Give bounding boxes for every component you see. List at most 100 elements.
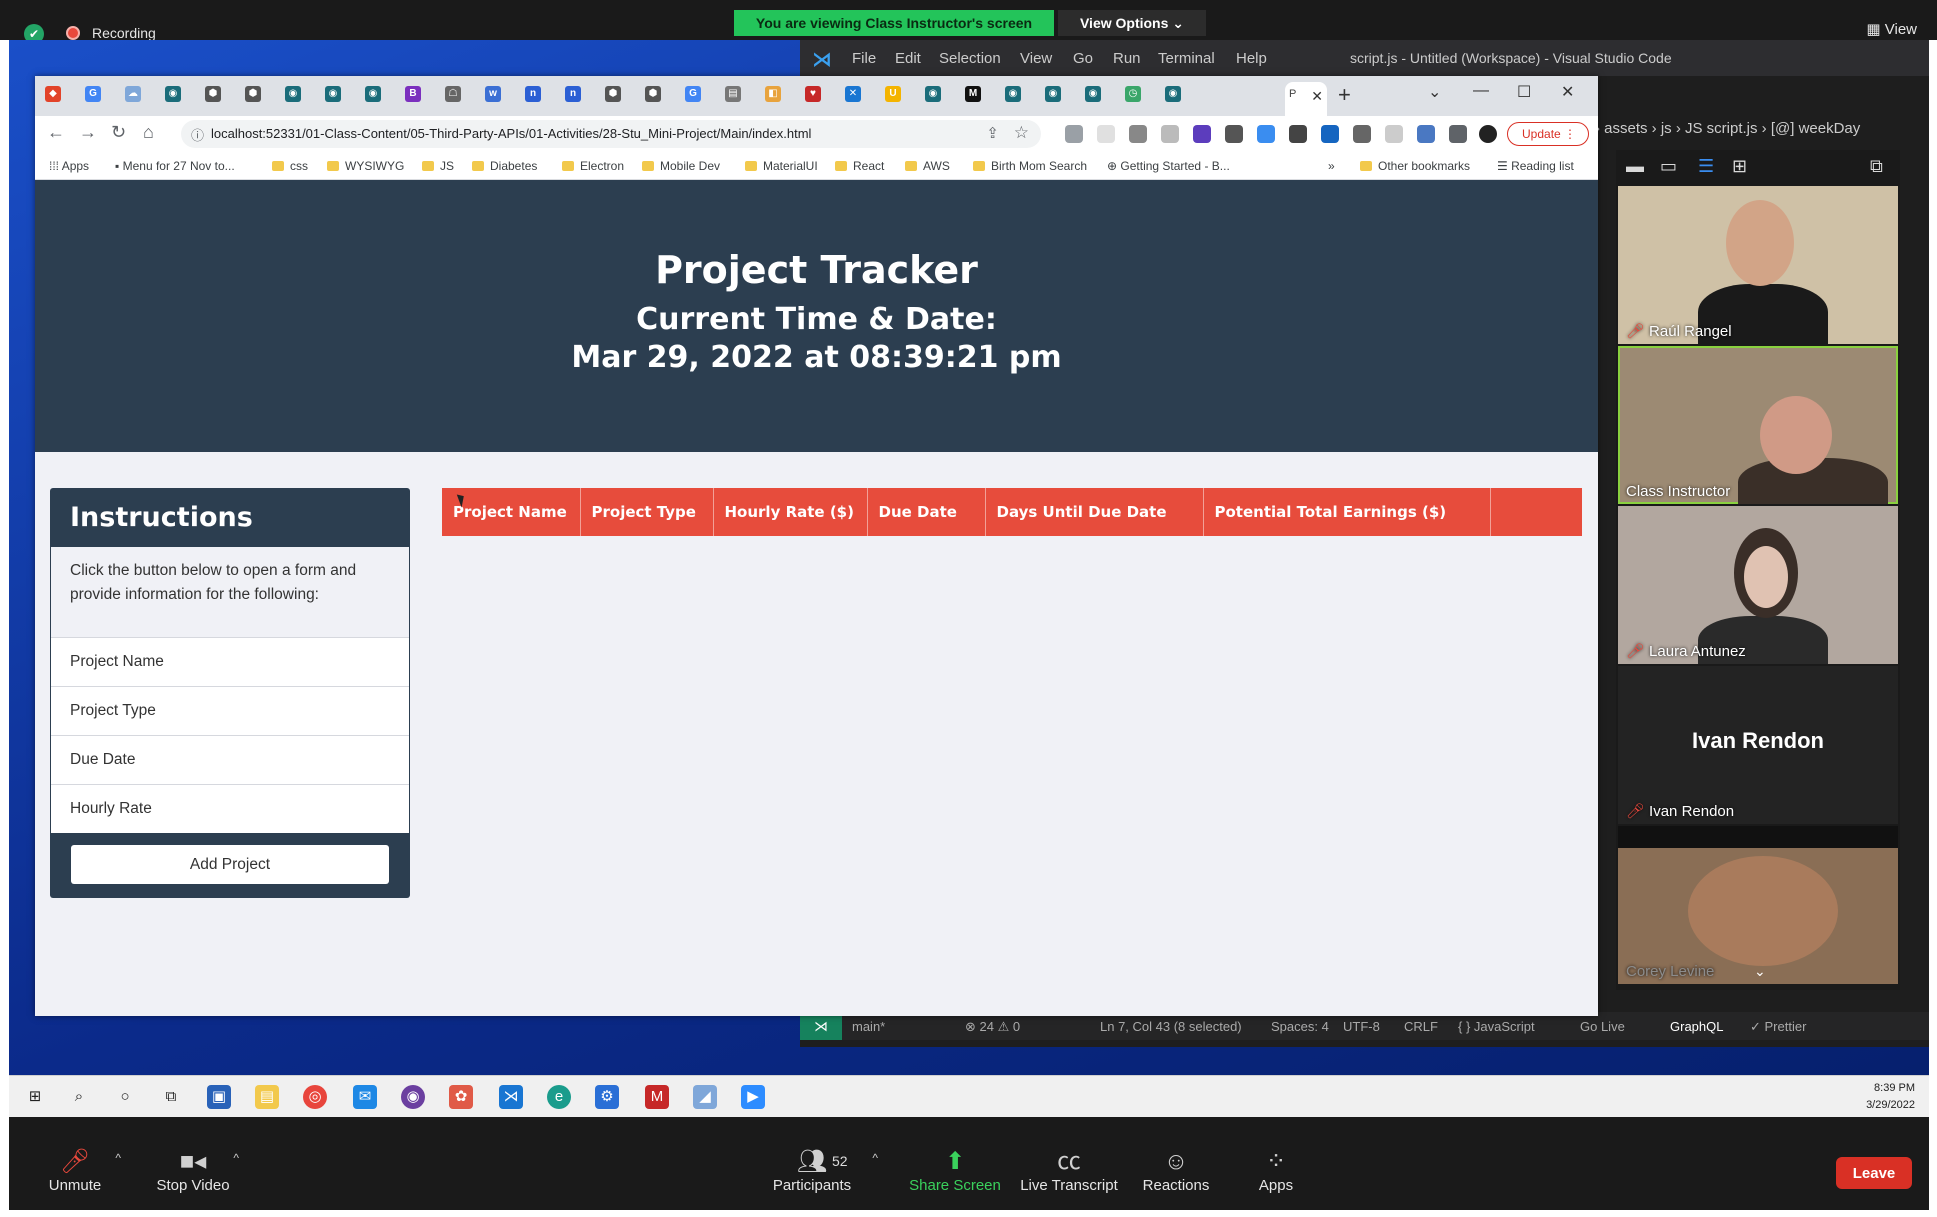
bookmark-folder[interactable]: MaterialUI — [745, 159, 818, 173]
windows-start-icon[interactable]: ⊞ — [23, 1085, 47, 1109]
bookmark-folder[interactable]: JS — [422, 159, 454, 173]
remote-icon[interactable]: ⋊ — [800, 1012, 842, 1040]
github-desktop-icon[interactable]: ◉ — [401, 1085, 425, 1109]
cursor-position[interactable]: Ln 7, Col 43 (8 selected) — [1100, 1019, 1242, 1034]
extension-icon[interactable] — [1097, 125, 1115, 143]
browser-tab[interactable]: w — [485, 86, 525, 108]
browser-tab[interactable]: ▤ — [725, 86, 765, 108]
extension-icon[interactable] — [1161, 125, 1179, 143]
task-view-icon[interactable]: ⧉ — [159, 1085, 183, 1109]
browser-tab[interactable]: G — [685, 86, 725, 108]
reload-icon[interactable]: ↻ — [111, 122, 126, 143]
bookmark-star-icon[interactable]: ☆ — [1014, 123, 1029, 143]
browser-tab[interactable]: ◆ — [45, 86, 85, 108]
participant-tile[interactable]: 🎤︎ Laura Antunez — [1618, 506, 1898, 664]
browser-tab[interactable]: n — [565, 86, 605, 108]
home-icon[interactable]: ⌂ — [143, 122, 154, 143]
apps-button[interactable]: ⁘ Apps — [1216, 1147, 1336, 1194]
file-explorer-icon[interactable]: ▤ — [255, 1085, 279, 1109]
extensions-puzzle-icon[interactable] — [1449, 125, 1467, 143]
browser-tab[interactable]: ⬢ — [245, 86, 285, 108]
thumbnail-view-icon[interactable]: ▭ — [1660, 156, 1677, 177]
scroll-down-icon[interactable]: ⌄ — [1754, 963, 1766, 980]
address-bar[interactable]: ⓘ localhost:52331/01-Class-Content/05-Th… — [181, 120, 1041, 148]
browser-tab[interactable]: ◉ — [1045, 86, 1085, 108]
browser-tab[interactable]: ◉ — [285, 86, 325, 108]
vscode-menu-terminal[interactable]: Terminal — [1158, 50, 1215, 67]
browser-tab[interactable]: ⬢ — [205, 86, 245, 108]
browser-tab[interactable]: ♥ — [805, 86, 845, 108]
extension-icon[interactable] — [1417, 125, 1435, 143]
reading-list[interactable]: ☰ Reading list — [1497, 159, 1574, 173]
bookmark-item[interactable]: ⊕ Getting Started - B... — [1107, 159, 1230, 173]
browser-tab[interactable]: ◉ — [365, 86, 405, 108]
extension-icon[interactable] — [1385, 125, 1403, 143]
browser-tab[interactable]: ⬢ — [605, 86, 645, 108]
stop-video-button[interactable]: ■◂ Stop Video ^ — [133, 1147, 253, 1194]
site-info-icon[interactable]: ⓘ — [191, 125, 204, 144]
browser-tab[interactable]: ◉ — [1085, 86, 1125, 108]
extension-icon[interactable] — [1193, 125, 1211, 143]
bookmark-folder[interactable]: AWS — [905, 159, 950, 173]
store-icon[interactable]: ▣ — [207, 1085, 231, 1109]
forward-icon[interactable]: → — [79, 122, 97, 143]
bookmark-folder[interactable]: Diabetes — [472, 159, 537, 173]
vscode-menu-help[interactable]: Help — [1236, 50, 1267, 67]
bookmark-item[interactable]: ▪ Menu for 27 Nov to... — [115, 159, 235, 173]
browser-tab[interactable]: B — [405, 86, 445, 108]
extension-icon[interactable] — [1353, 125, 1371, 143]
browser-tab[interactable]: ◉ — [1005, 86, 1045, 108]
app-icon[interactable]: ◢ — [693, 1085, 717, 1109]
vscode-menu-view[interactable]: View — [1020, 50, 1052, 67]
participant-tile[interactable]: Corey Levine ⌄ — [1618, 826, 1898, 984]
browser-tab[interactable]: ☁ — [125, 86, 165, 108]
extension-icon[interactable] — [1321, 125, 1339, 143]
graphql-status[interactable]: GraphQL — [1670, 1019, 1723, 1034]
view-options-button[interactable]: View Options ⌄ — [1058, 10, 1206, 36]
git-branch[interactable]: main* — [852, 1019, 885, 1034]
view-layout-button[interactable]: ▦ View — [1866, 20, 1917, 38]
edge-icon[interactable]: e — [547, 1085, 571, 1109]
new-tab-button[interactable]: + — [1338, 82, 1351, 108]
problems-count[interactable]: ⊗ 24 ⚠ 0 — [965, 1019, 1020, 1035]
browser-tab[interactable]: ◉ — [1165, 86, 1205, 108]
close-window-icon[interactable]: ✕ — [1561, 82, 1574, 102]
participants-button[interactable]: 👥︎ Participants ^ — [752, 1147, 878, 1194]
extension-icon[interactable] — [1289, 125, 1307, 143]
vscode-menu-selection[interactable]: Selection — [939, 50, 1001, 67]
participant-tile[interactable]: Class Instructor — [1618, 346, 1898, 504]
video-options-icon[interactable]: ^ — [233, 1151, 239, 1165]
bookmark-folder[interactable]: Birth Mom Search — [973, 159, 1087, 173]
browser-tab[interactable]: ◉ — [325, 86, 365, 108]
participant-tile[interactable]: 🎤︎ Raúl Rangel — [1618, 186, 1898, 344]
update-chrome-button[interactable]: Update ⋮ — [1507, 122, 1589, 146]
minimize-panel-icon[interactable]: ▬ — [1626, 156, 1644, 177]
vscode-icon[interactable]: ⋊ — [499, 1085, 523, 1109]
back-icon[interactable]: ← — [47, 122, 65, 143]
indentation[interactable]: Spaces: 4 — [1271, 1019, 1329, 1034]
mcafee-icon[interactable]: M — [645, 1085, 669, 1109]
encoding[interactable]: UTF-8 — [1343, 1019, 1380, 1034]
vscode-menu-edit[interactable]: Edit — [895, 50, 921, 67]
bookmark-folder[interactable]: css — [272, 159, 308, 173]
bookmark-folder[interactable]: WYSIWYG — [327, 159, 404, 173]
close-tab-icon[interactable]: ✕ — [1311, 88, 1323, 105]
participants-options-icon[interactable]: ^ — [872, 1151, 878, 1165]
app-icon[interactable]: ✿ — [449, 1085, 473, 1109]
speaker-view-icon[interactable]: ☰ — [1698, 156, 1714, 177]
browser-tab[interactable]: ◉ — [165, 86, 205, 108]
cortana-icon[interactable]: ○ — [113, 1085, 137, 1109]
extension-icon[interactable] — [1129, 125, 1147, 143]
line-endings[interactable]: CRLF — [1404, 1019, 1438, 1034]
browser-tab[interactable]: M — [965, 86, 1005, 108]
browser-tab[interactable]: G — [85, 86, 125, 108]
extension-icon[interactable] — [1225, 125, 1243, 143]
extension-icon[interactable] — [1065, 125, 1083, 143]
gallery-view-icon[interactable]: ⊞ — [1732, 156, 1747, 177]
browser-tab[interactable]: ◉ — [925, 86, 965, 108]
minimize-icon[interactable]: — — [1473, 82, 1489, 100]
tab-search-icon[interactable]: ⌄ — [1428, 82, 1441, 102]
more-bookmarks-icon[interactable]: » — [1328, 159, 1335, 173]
browser-tab[interactable]: ⬢ — [645, 86, 685, 108]
maximize-icon[interactable]: ☐ — [1517, 82, 1531, 102]
